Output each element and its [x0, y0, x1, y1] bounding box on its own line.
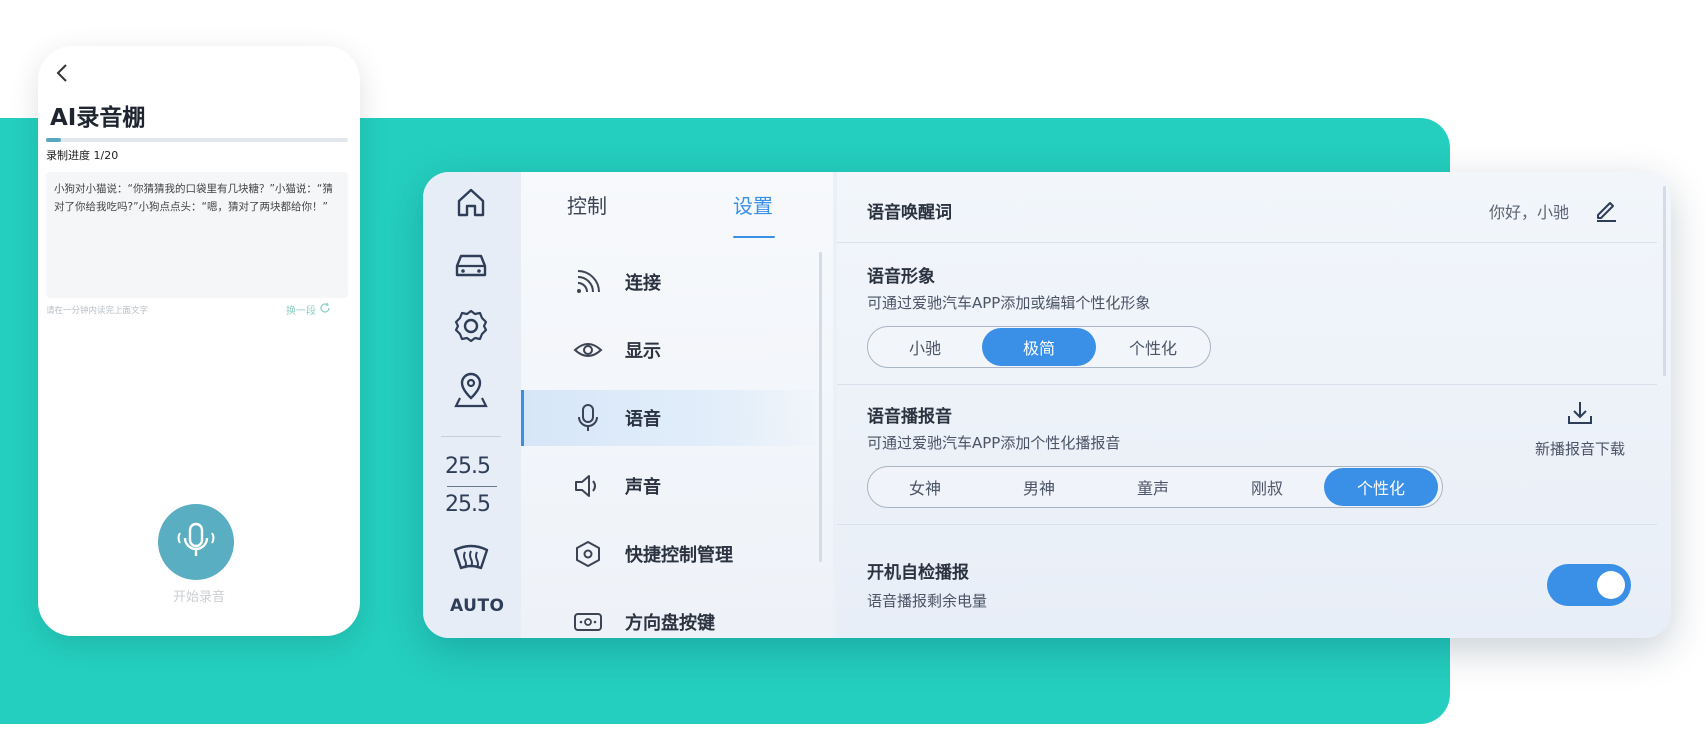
menu-item-display[interactable]: 显示 [521, 322, 821, 378]
phone-screen: AI录音棚 录制进度 1/20 小狗对小猫说：“你猜猜我的口袋里有几块糖？”小猫… [38, 46, 360, 636]
back-chevron-icon[interactable] [48, 58, 78, 88]
home-icon[interactable] [449, 180, 493, 224]
record-label: 开始录音 [172, 590, 225, 605]
tab-control[interactable]: 控制 [567, 190, 607, 219]
script-text: 小狗对小猫说：“你猜猜我的口袋里有几块糖？”小猫说：“猜对了你给我吃吗?”小狗点… [46, 172, 348, 298]
menu-item-sound[interactable]: 声音 [521, 458, 821, 514]
hexagon-icon [573, 539, 603, 569]
menu-scrollbar[interactable] [819, 252, 822, 562]
toggle-knob [1597, 571, 1625, 599]
voice-settings-content: 语音唤醒词 你好，小驰 语音形象 可通过爱驰汽车APP添加或编辑个性化形象 小驰… [837, 172, 1671, 638]
avatar-option-minimal[interactable]: 极简 [982, 328, 1096, 366]
voice-avatar-title: 语音形象 [867, 267, 935, 287]
startup-check-subtitle: 语音播报剩余电量 [867, 592, 988, 610]
windshield-defrost-icon[interactable] [449, 536, 493, 580]
menu-item-steering-keys[interactable]: 方向盘按键 [521, 594, 821, 638]
recording-progress-label: 录制进度 1/20 [46, 149, 119, 162]
icon-rail: 25.5 25.5 AUTO [423, 172, 521, 638]
avatar-option-xiaochi[interactable]: 小驰 [868, 328, 982, 366]
temperature-right-value: 25.5 [445, 492, 491, 517]
menu-item-label: 语音 [625, 409, 661, 430]
menu-item-label: 显示 [625, 341, 661, 362]
steering-key-icon [573, 607, 603, 637]
car-settings-panel: 25.5 25.5 AUTO 控制 设置 连接 显示 语音 声音 快捷控制管理 … [423, 172, 1671, 638]
refresh-icon [319, 302, 331, 317]
active-item-indicator [521, 390, 524, 446]
read-hint: 请在一分钟内读完上面文字 [46, 306, 149, 316]
startup-check-toggle[interactable] [1547, 564, 1631, 606]
wake-word-title: 语音唤醒词 [867, 203, 952, 223]
menu-item-connection[interactable]: 连接 [521, 254, 821, 310]
temperature-right[interactable]: 25.5 [445, 492, 491, 517]
broadcast-option-child[interactable]: 童声 [1096, 468, 1210, 506]
menu-item-label: 声音 [625, 477, 661, 498]
recording-progress-bar [46, 138, 348, 142]
speaker-icon [573, 471, 603, 501]
broadcast-option-uncle[interactable]: 刚叔 [1210, 468, 1324, 506]
menu-item-label: 连接 [625, 273, 661, 294]
temperature-separator [447, 486, 497, 487]
menu-item-label: 快捷控制管理 [625, 545, 733, 566]
microphone-icon [171, 515, 221, 569]
settings-menu: 控制 设置 连接 显示 语音 声音 快捷控制管理 方向盘按键 [521, 172, 833, 638]
download-label: 新播报音下载 [1534, 440, 1625, 458]
temperature-left[interactable]: 25.5 [445, 454, 491, 479]
location-pin-icon[interactable] [449, 368, 493, 412]
menu-item-shortcut-control[interactable]: 快捷控制管理 [521, 526, 821, 582]
voice-avatar-selector: 小驰 极简 个性化 [867, 326, 1211, 368]
active-tab-underline [733, 236, 775, 238]
temperature-left-value: 25.5 [445, 454, 491, 479]
wifi-icon [573, 267, 603, 297]
content-scrollbar[interactable] [1663, 186, 1666, 376]
broadcast-option-personalized[interactable]: 个性化 [1324, 468, 1438, 506]
broadcast-voice-selector: 女神 男神 童声 刚叔 个性化 [867, 466, 1443, 508]
avatar-option-personalized[interactable]: 个性化 [1096, 328, 1210, 366]
record-button[interactable] [158, 504, 234, 580]
gear-icon[interactable] [449, 304, 493, 348]
voice-avatar-subtitle: 可通过爱驰汽车APP添加或编辑个性化形象 [867, 294, 1151, 312]
row-divider [837, 524, 1657, 525]
car-icon[interactable] [449, 242, 493, 286]
auto-climate-button[interactable]: AUTO [450, 596, 505, 616]
tab-settings[interactable]: 设置 [733, 190, 773, 219]
broadcast-voice-subtitle: 可通过爱驰汽车APP添加个性化播报音 [867, 434, 1121, 452]
broadcast-voice-title: 语音播报音 [867, 407, 952, 427]
swap-text-button[interactable]: 换一段 [286, 302, 331, 317]
microphone-icon [573, 403, 603, 433]
broadcast-option-male[interactable]: 男神 [982, 468, 1096, 506]
swap-text-label: 换一段 [286, 306, 316, 317]
startup-check-title: 开机自检播报 [867, 563, 969, 583]
row-divider [837, 384, 1657, 385]
menu-item-label: 方向盘按键 [625, 613, 715, 634]
edit-pencil-icon[interactable] [1591, 194, 1621, 224]
download-icon [1565, 398, 1595, 428]
recording-progress-fill [46, 138, 62, 142]
rail-divider [441, 436, 501, 437]
menu-item-voice[interactable]: 语音 [521, 390, 821, 446]
row-divider [837, 242, 1657, 243]
wake-word-value: 你好，小驰 [1489, 203, 1570, 222]
page-title: AI录音棚 [50, 105, 146, 131]
eye-icon [573, 335, 603, 365]
broadcast-option-goddess[interactable]: 女神 [868, 468, 982, 506]
download-broadcast-button[interactable]: 新播报音下载 [1515, 398, 1645, 459]
